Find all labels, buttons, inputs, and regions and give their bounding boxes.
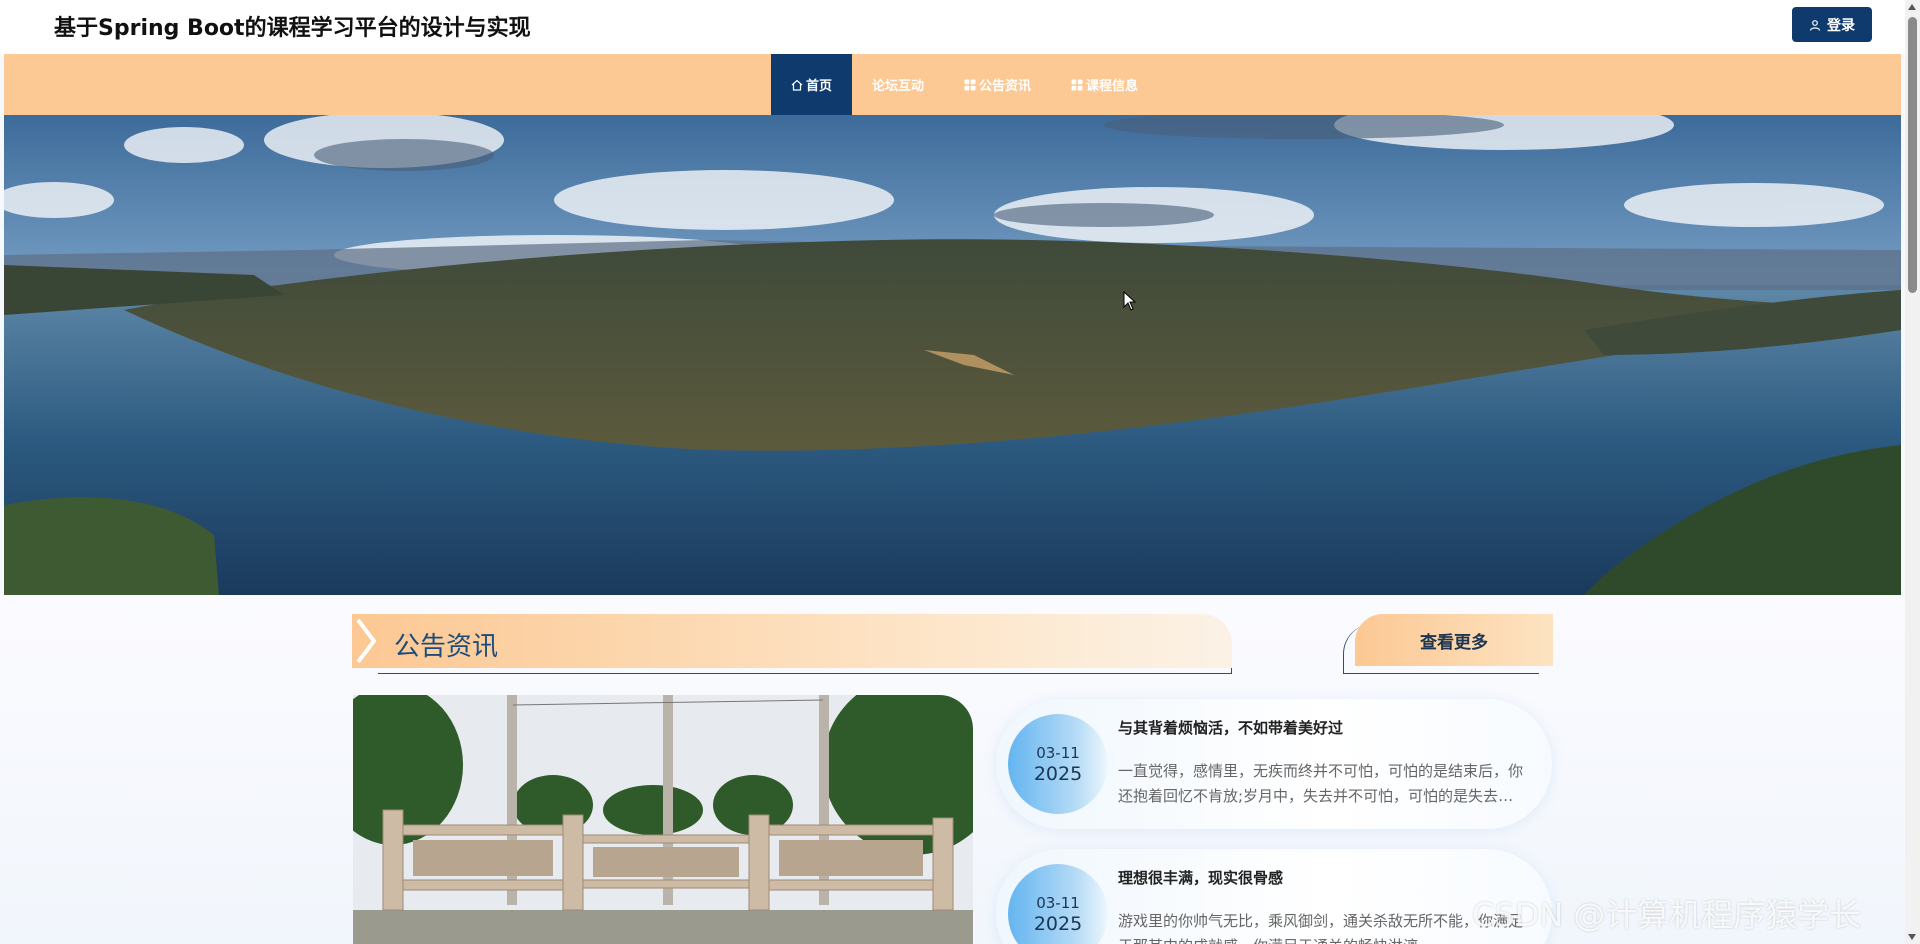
date-badge: 03-11 2025 bbox=[1008, 714, 1108, 814]
chevron-right-icon bbox=[352, 614, 376, 668]
site-title: 基于Spring Boot的课程学习平台的设计与实现 bbox=[54, 16, 531, 41]
date-month-day: 03-11 bbox=[1036, 743, 1080, 762]
section-header: 公告资讯 bbox=[352, 614, 1232, 676]
hero-banner[interactable] bbox=[4, 115, 1901, 595]
news-image[interactable] bbox=[353, 695, 973, 944]
news-description: 游戏里的你帅气无比，乘风御剑，通关杀敌无所不能，你满足于那其中的成就感，你满足于… bbox=[1118, 912, 1524, 944]
date-month-day: 03-11 bbox=[1036, 893, 1080, 912]
news-title: 与其背着烦恼活，不如带着美好过 bbox=[1118, 719, 1344, 737]
nav-item-announcements[interactable]: 公告资讯 bbox=[944, 54, 1051, 115]
news-item[interactable]: 03-11 2025 与其背着烦恼活，不如带着美好过 一直觉得，感情里，无疾而终… bbox=[996, 699, 1552, 829]
more-wrap: 查看更多 bbox=[1343, 614, 1553, 676]
main-nav: 首页 论坛互动 公告资讯 课程信息 bbox=[4, 54, 1901, 115]
section-title: 公告资讯 bbox=[394, 632, 499, 662]
nav-label: 论坛互动 bbox=[871, 79, 924, 94]
stone-railing-photo bbox=[353, 695, 973, 944]
nav-label: 公告资讯 bbox=[979, 79, 1032, 94]
grid-icon bbox=[964, 79, 976, 90]
news-description: 一直觉得，感情里，无疾而终并不可怕，可怕的是结束后，你还抱着回忆不肯放;岁月中，… bbox=[1118, 762, 1524, 805]
date-year: 2025 bbox=[1033, 912, 1083, 935]
site-header: 基于Spring Boot的课程学习平台的设计与实现 登录 bbox=[0, 0, 1905, 54]
user-icon bbox=[1809, 19, 1821, 31]
login-button[interactable]: 登录 bbox=[1792, 7, 1872, 42]
lake-landscape-image bbox=[4, 115, 1901, 595]
watermark-text: CSDN @计算机程序猿学长 bbox=[1472, 896, 1862, 934]
news-title: 理想很丰满，现实很骨感 bbox=[1118, 869, 1284, 887]
home-icon bbox=[791, 79, 803, 91]
login-label: 登录 bbox=[1827, 17, 1855, 34]
date-year: 2025 bbox=[1033, 762, 1083, 785]
date-badge: 03-11 2025 bbox=[1008, 864, 1108, 944]
view-more-button[interactable]: 查看更多 bbox=[1355, 614, 1553, 666]
nav-item-forum[interactable]: 论坛互动 bbox=[852, 54, 944, 115]
grid-icon bbox=[1071, 79, 1083, 90]
nav-label: 首页 bbox=[805, 79, 832, 94]
nav-label: 课程信息 bbox=[1086, 79, 1139, 94]
nav-item-courses[interactable]: 课程信息 bbox=[1051, 54, 1158, 115]
scroll-up-icon[interactable] bbox=[1908, 4, 1916, 10]
page-scrollbar[interactable] bbox=[1905, 0, 1920, 944]
mouse-cursor-icon bbox=[1123, 291, 1137, 311]
scroll-down-icon[interactable] bbox=[1908, 934, 1916, 940]
nav-item-home[interactable]: 首页 bbox=[770, 54, 852, 115]
news-item[interactable]: 03-11 2025 理想很丰满，现实很骨感 游戏里的你帅气无比，乘风御剑，通关… bbox=[996, 849, 1552, 944]
scroll-thumb[interactable] bbox=[1908, 17, 1917, 293]
